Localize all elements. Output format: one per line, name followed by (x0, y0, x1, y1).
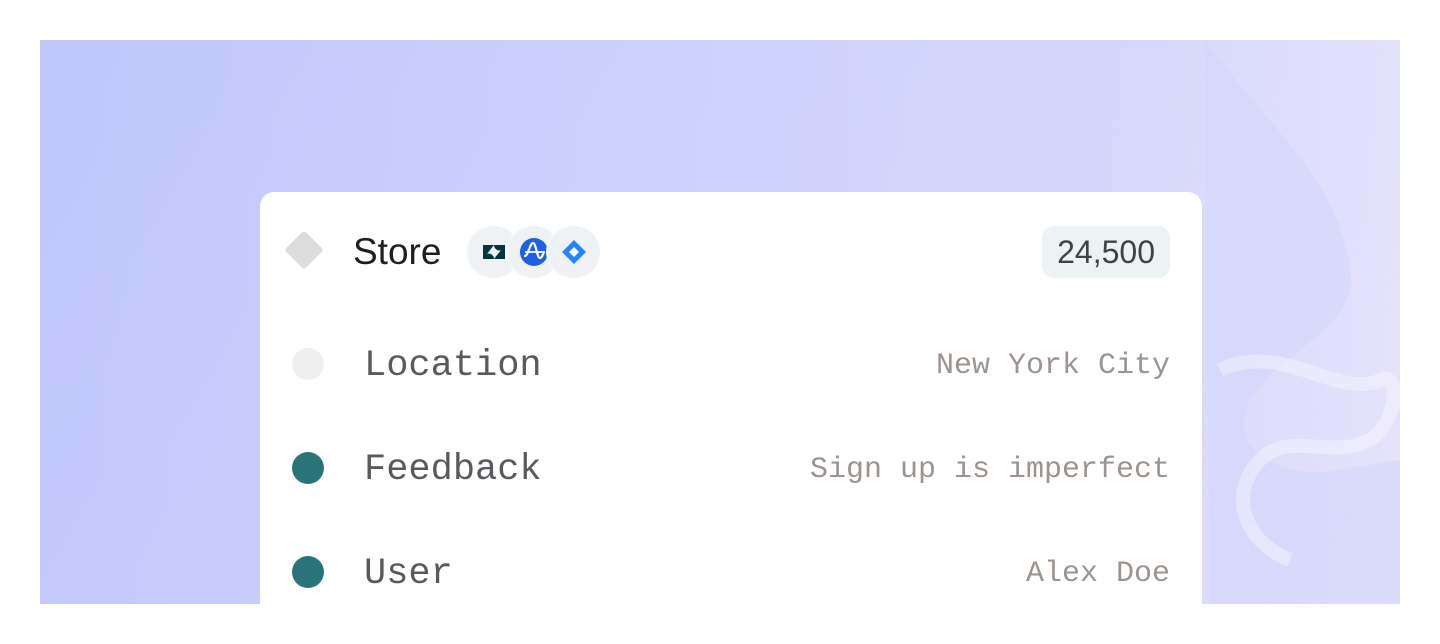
status-dot-active (292, 452, 324, 484)
jira-icon[interactable] (548, 226, 600, 278)
field-label: Feedback (364, 449, 542, 491)
field-row-location[interactable]: Location New York City (260, 340, 1202, 396)
status-dot-inactive (292, 348, 324, 380)
card-title: Store (353, 231, 442, 272)
field-label: User (364, 553, 453, 595)
field-label: Location (364, 345, 542, 387)
field-row-user[interactable]: User Alex Doe (260, 548, 1202, 604)
field-value: Sign up is imperfect (809, 453, 1170, 487)
diamond-icon (284, 230, 324, 270)
store-card[interactable]: Store 24,500 Location New York City Feed… (260, 192, 1202, 604)
count-badge: 24,500 (1042, 226, 1170, 278)
background-canvas: Store 24,500 Location New York City Feed… (40, 40, 1400, 604)
status-dot-active (292, 556, 324, 588)
field-value: Alex Doe (1025, 557, 1170, 591)
card-header: Store 24,500 (260, 226, 1202, 278)
field-row-feedback[interactable]: Feedback Sign up is imperfect (260, 444, 1202, 500)
field-value: New York City (935, 349, 1170, 383)
